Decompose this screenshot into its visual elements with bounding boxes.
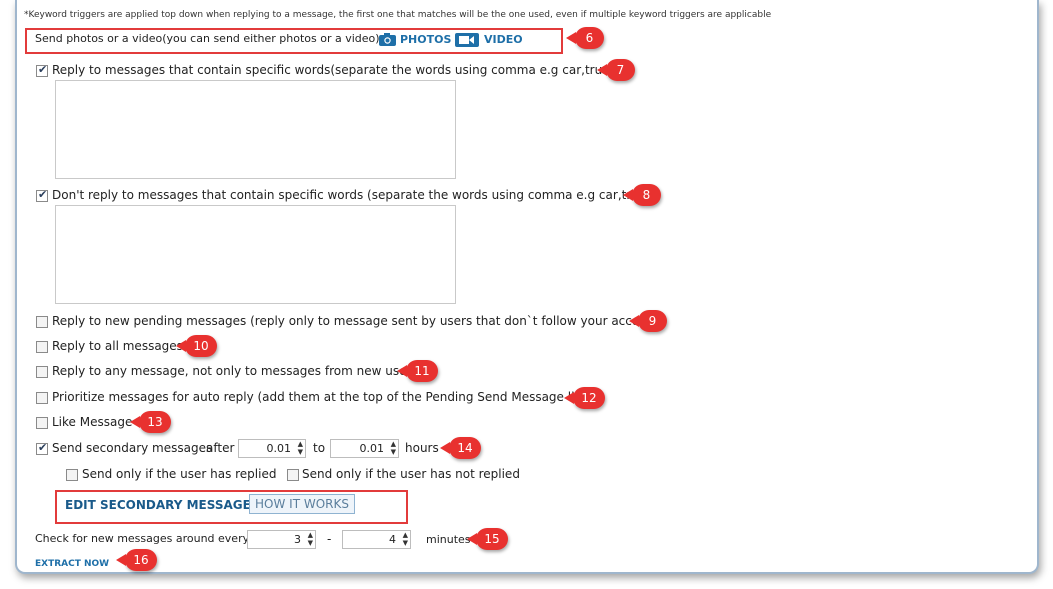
annotation-marker-16: 16 — [116, 549, 157, 571]
annotation-marker-8: 8 — [623, 184, 661, 206]
exclude-words-checkbox[interactable] — [36, 188, 48, 202]
secondary-checkbox[interactable] — [36, 441, 48, 455]
video-camera-icon — [455, 33, 479, 47]
like-message-label: Like Message — [52, 415, 133, 429]
annotation-marker-13: 13 — [130, 411, 171, 433]
annotation-marker-15: 15 — [467, 528, 508, 550]
secondary-label: Send secondary messages — [52, 441, 213, 455]
any-message-checkbox[interactable] — [36, 366, 48, 378]
photos-link[interactable]: PHOTOS — [400, 33, 451, 46]
like-message-checkbox[interactable] — [36, 417, 48, 429]
secondary-unit: hours — [405, 441, 439, 455]
check-unit: minutes — [426, 533, 471, 546]
not-replied-checkbox[interactable] — [287, 469, 299, 481]
all-messages-label: Reply to all messages — [52, 339, 183, 353]
secondary-to-stepper[interactable]: 0.01 ▲ ▼ — [330, 439, 399, 458]
any-message-label: Reply to any message, not only to messag… — [52, 364, 418, 378]
extract-now-link[interactable]: EXTRACT NOW — [35, 559, 109, 569]
exclude-words-label: Don't reply to messages that contain spe… — [52, 188, 658, 202]
annotation-marker-12: 12 — [564, 387, 605, 409]
secondary-from-stepper[interactable]: 0.01 ▲ ▼ — [238, 439, 306, 458]
annotation-marker-9: 9 — [629, 310, 667, 332]
pending-checkbox[interactable] — [36, 316, 48, 328]
pending-label: Reply to new pending messages (reply onl… — [52, 314, 664, 328]
exclude-words-textarea[interactable] — [55, 205, 456, 304]
check-max-value: 4 — [389, 533, 396, 546]
keyword-note: *Keyword triggers are applied top down w… — [24, 10, 772, 20]
stepper-arrows-icon[interactable]: ▲ ▼ — [308, 531, 313, 547]
secondary-from-value: 0.01 — [266, 442, 292, 455]
prioritize-label: Prioritize messages for auto reply (add … — [52, 390, 591, 404]
how-it-works-button[interactable]: HOW IT WORKS — [249, 494, 355, 514]
check-dash: - — [327, 532, 332, 546]
secondary-to-label: to — [313, 441, 326, 455]
prioritize-checkbox[interactable] — [36, 392, 48, 404]
replied-label: Send only if the user has replied — [82, 467, 277, 481]
replied-checkbox[interactable] — [66, 469, 78, 481]
annotation-marker-10: 10 — [176, 335, 217, 357]
check-min-stepper[interactable]: 3 ▲ ▼ — [247, 530, 316, 549]
stepper-arrows-icon[interactable]: ▲ ▼ — [403, 531, 408, 547]
camera-icon — [379, 33, 396, 46]
check-min-value: 3 — [294, 533, 301, 546]
annotation-marker-14: 14 — [440, 437, 481, 459]
specific-words-label: Reply to messages that contain specific … — [52, 63, 621, 77]
annotation-marker-6: 6 — [566, 27, 604, 49]
specific-words-checkbox[interactable] — [36, 63, 48, 77]
annotation-marker-11: 11 — [397, 360, 438, 382]
edit-secondary-link[interactable]: EDIT SECONDARY MESSAGES — [65, 498, 259, 512]
check-max-stepper[interactable]: 4 ▲ ▼ — [342, 530, 411, 549]
secondary-after-label: after — [206, 441, 235, 455]
stepper-arrows-icon[interactable]: ▲ ▼ — [391, 440, 396, 456]
specific-words-textarea[interactable] — [55, 80, 456, 179]
stepper-arrows-icon[interactable]: ▲ ▼ — [298, 440, 303, 456]
check-label: Check for new messages around every — [35, 532, 250, 545]
secondary-to-value: 0.01 — [359, 442, 385, 455]
annotation-marker-7: 7 — [597, 59, 635, 81]
video-link[interactable]: VIDEO — [484, 33, 523, 46]
media-label: Send photos or a video(you can send eith… — [35, 32, 380, 45]
all-messages-checkbox[interactable] — [36, 341, 48, 353]
not-replied-label: Send only if the user has not replied — [302, 467, 520, 481]
